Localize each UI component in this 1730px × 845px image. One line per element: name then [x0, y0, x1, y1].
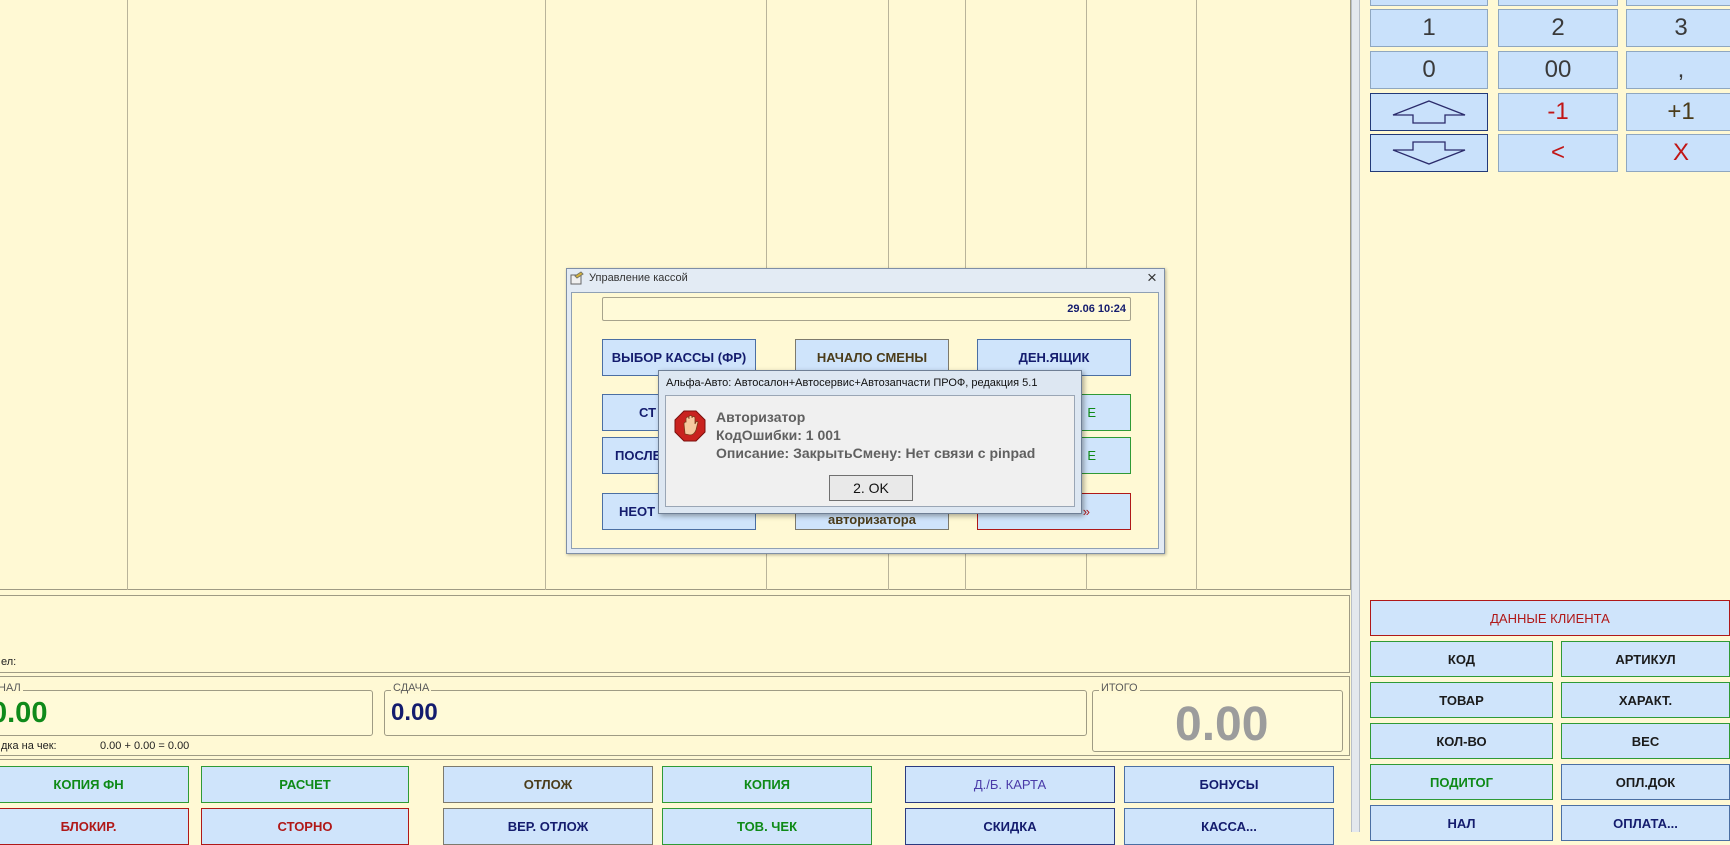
error-dialog-title: Альфа-Авто: Автосалон+Автосервис+Автозап… — [666, 377, 1038, 389]
subtotal-button[interactable]: ПОДИТОГ — [1370, 764, 1553, 800]
bonuses-button[interactable]: БОНУСЫ — [1124, 766, 1334, 803]
stop-hand-icon — [674, 410, 706, 442]
dialog-titlebar: Управление кассой × — [567, 268, 1164, 288]
keypad-key-0[interactable]: 0 — [1370, 51, 1488, 89]
error-dialog-body: Авторизатор КодОшибки: 1 001 Описание: З… — [665, 395, 1075, 507]
keypad-top-mid[interactable] — [1498, 0, 1618, 6]
total-field: ИТОГО 0.00 — [1092, 682, 1343, 752]
info-box: ел: — [0, 595, 1350, 673]
error-heading: Авторизатор — [716, 409, 806, 425]
table-column-divider — [127, 0, 128, 590]
keypad-backspace[interactable]: < — [1498, 134, 1618, 172]
panel-separator — [1351, 0, 1360, 832]
client-panel: ДАННЫЕ КЛИЕНТА КОД АРТИКУЛ ТОВАР ХАРАКТ.… — [1360, 596, 1730, 841]
copy-button[interactable]: КОПИЯ — [662, 766, 872, 803]
client-data-button[interactable]: ДАННЫЕ КЛИЕНТА — [1370, 600, 1730, 636]
app-icon — [570, 271, 584, 285]
ok-button[interactable]: 2. OK — [829, 475, 913, 501]
close-icon[interactable]: × — [1147, 268, 1157, 288]
sales-receipt-button[interactable]: ТОВ. ЧЕК — [662, 808, 872, 845]
characteristic-button[interactable]: ХАРАКТ. — [1561, 682, 1730, 718]
total-legend: ИТОГО — [1099, 682, 1140, 694]
keypad-plus-one[interactable]: +1 — [1626, 93, 1730, 131]
payment-button[interactable]: ОПЛАТА... — [1561, 805, 1730, 841]
table-column-divider — [1196, 0, 1197, 590]
arrow-up-icon — [1392, 100, 1466, 124]
seller-label: ел: — [1, 656, 17, 668]
change-value: 0.00 — [391, 699, 438, 726]
keypad-down-button[interactable] — [1370, 134, 1488, 172]
cash-button[interactable]: НАЛ — [1370, 805, 1553, 841]
code-button[interactable]: КОД — [1370, 641, 1553, 677]
error-dialog: Альфа-Авто: Автосалон+Автосервис+Автозап… — [658, 370, 1082, 514]
total-value: 0.00 — [1175, 698, 1269, 751]
arrow-down-icon — [1392, 141, 1466, 165]
cash-legend: НАЛ — [0, 682, 23, 694]
keypad: 1 2 3 0 00 , -1 +1 < X — [1360, 0, 1730, 180]
table-column-divider — [545, 0, 546, 590]
register-button[interactable]: КАССА... — [1124, 808, 1334, 845]
change-field: СДАЧА 0.00 — [384, 682, 1087, 736]
card-button[interactable]: Д./Б. КАРТА — [905, 766, 1115, 803]
keypad-key-3[interactable]: 3 — [1626, 9, 1730, 47]
cash-value: 0.00 — [0, 697, 48, 729]
keypad-key-2[interactable]: 2 — [1498, 9, 1618, 47]
defer-button[interactable]: ОТЛОЖ — [443, 766, 653, 803]
discount-label: дка на чек: — [1, 740, 57, 752]
keypad-top-right[interactable] — [1626, 0, 1730, 6]
totals-area: НАЛ 0.00 СДАЧА 0.00 ИТОГО 0.00 дка на че… — [0, 676, 1350, 756]
quantity-button[interactable]: КОЛ-ВО — [1370, 723, 1553, 759]
storno-button[interactable]: СТОРНО — [201, 808, 409, 845]
keypad-top-left[interactable] — [1370, 0, 1488, 6]
payment-doc-button[interactable]: ОПЛ.ДОК — [1561, 764, 1730, 800]
cash-field: НАЛ 0.00 — [0, 682, 373, 736]
error-code: КодОшибки: 1 001 — [716, 427, 841, 443]
keypad-key-00[interactable]: 00 — [1498, 51, 1618, 89]
keypad-clear[interactable]: X — [1626, 134, 1730, 172]
block-button[interactable]: БЛОКИР. — [0, 808, 189, 845]
return-deferred-button[interactable]: ВЕР. ОТЛОЖ — [443, 808, 653, 845]
datetime-value: 29.06 10:24 — [1067, 303, 1126, 315]
keypad-key-1[interactable]: 1 — [1370, 9, 1488, 47]
keypad-minus-one[interactable]: -1 — [1498, 93, 1618, 131]
datetime-field: 29.06 10:24 — [602, 297, 1131, 321]
discount-button[interactable]: СКИДКА — [905, 808, 1115, 845]
keypad-up-button[interactable] — [1370, 93, 1488, 131]
weight-button[interactable]: ВЕС — [1561, 723, 1730, 759]
function-buttons: КОПИЯ ФН РАСЧЕТ ОТЛОЖ КОПИЯ Д./Б. КАРТА … — [0, 759, 1350, 845]
product-button[interactable]: ТОВАР — [1370, 682, 1553, 718]
calculation-button[interactable]: РАСЧЕТ — [201, 766, 409, 803]
keypad-key-comma[interactable]: , — [1626, 51, 1730, 89]
article-button[interactable]: АРТИКУЛ — [1561, 641, 1730, 677]
dialog-title: Управление кассой — [589, 272, 688, 284]
error-description: Описание: ЗакрытьСмену: Нет связи с pinp… — [716, 445, 1036, 461]
discount-value: 0.00 + 0.00 = 0.00 — [100, 740, 190, 752]
change-legend: СДАЧА — [391, 682, 432, 694]
fn-copy-button[interactable]: КОПИЯ ФН — [0, 766, 189, 803]
